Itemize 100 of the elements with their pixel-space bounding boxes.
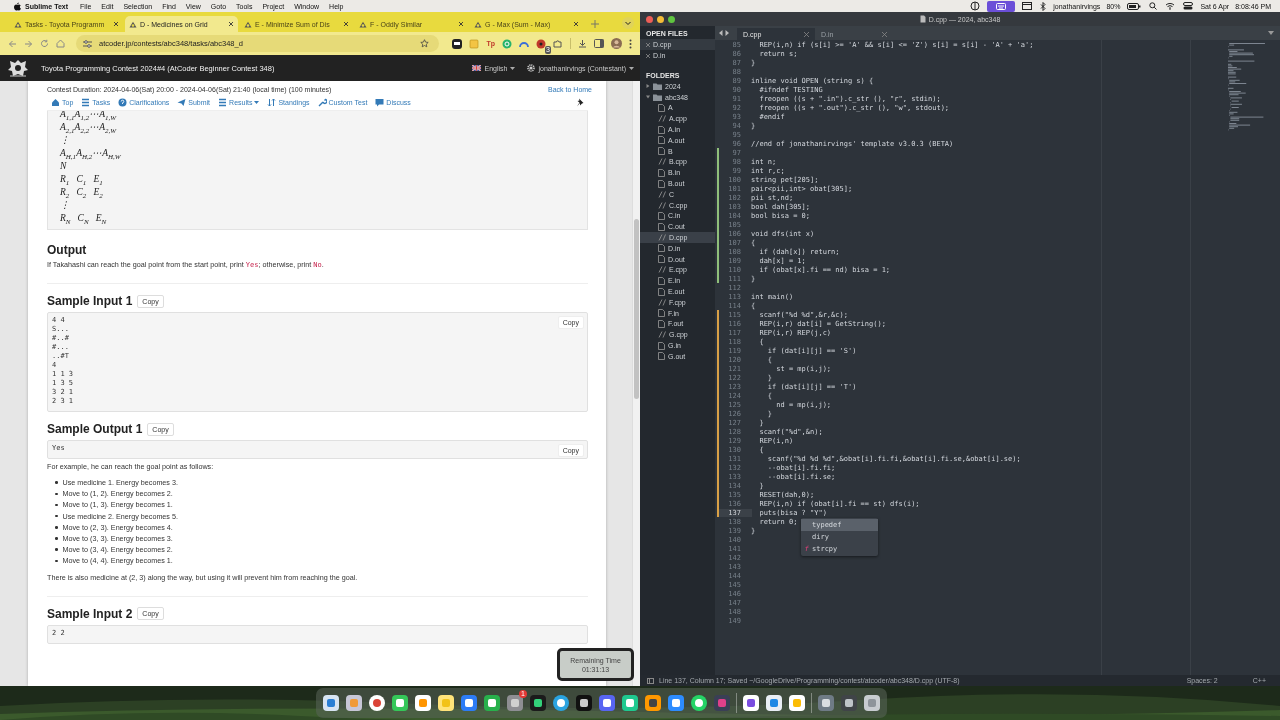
list-icon: [218, 98, 228, 107]
code-file-icon: [658, 201, 666, 209]
window-icon[interactable]: [1022, 2, 1033, 10]
app-icon[interactable]: [742, 694, 760, 712]
minimize-button[interactable]: [657, 15, 664, 23]
favicon-icon: [129, 20, 137, 28]
extension-icon[interactable]: [452, 38, 463, 49]
app-icon[interactable]: [788, 694, 806, 712]
bullet-icon: [55, 514, 58, 518]
side-panel-icon[interactable]: [594, 39, 604, 48]
bluetooth-icon[interactable]: [1040, 1, 1047, 11]
app-icon[interactable]: [690, 694, 708, 712]
bullet-icon: [55, 548, 58, 551]
app-icon[interactable]: [552, 694, 570, 712]
app-icon[interactable]: [460, 694, 478, 712]
app-icon[interactable]: [863, 694, 881, 712]
puzzle-icon[interactable]: [553, 38, 563, 49]
tab-menu-icon[interactable]: [1268, 31, 1274, 35]
app-icon[interactable]: [437, 694, 455, 712]
caret-icon: [510, 66, 516, 70]
math-line: A$_{H,1}$A$_{H,2}$⋯A$_{H,W}$: [60, 147, 122, 160]
favicon-icon: [359, 20, 367, 28]
app-icon[interactable]: [575, 694, 593, 712]
app-icon[interactable]: [506, 694, 524, 712]
send-icon: [177, 98, 187, 107]
app-icon[interactable]: [765, 694, 783, 712]
code-file-icon: [658, 234, 666, 242]
star-icon[interactable]: [420, 39, 430, 48]
gear-icon: [527, 64, 536, 72]
collapsed-caret-icon: [646, 84, 650, 89]
apple-logo-icon[interactable]: [13, 1, 21, 11]
site-settings-icon[interactable]: [83, 39, 92, 48]
close-icon[interactable]: [458, 21, 464, 27]
avatar-icon[interactable]: [611, 38, 622, 49]
math-line: R$_{N}$ C$_{N}$ E$_{N}$: [60, 212, 108, 225]
close-button[interactable]: [646, 15, 653, 23]
app-icon[interactable]: [322, 694, 340, 712]
bullet-icon: [55, 503, 58, 507]
section-heading: Sample Input 2: [47, 606, 133, 621]
panel-toggle-icon[interactable]: [647, 677, 654, 684]
flag-icon: [472, 65, 482, 71]
close-icon[interactable]: [573, 21, 579, 27]
bullet-icon: [55, 559, 58, 563]
tab-search-icon[interactable]: [622, 17, 634, 29]
bullet-icon: [55, 537, 58, 540]
close-icon[interactable]: [228, 21, 234, 27]
list-icon: [81, 98, 91, 107]
app-icon[interactable]: [817, 694, 835, 712]
favicon-icon: [244, 20, 252, 28]
code-file-icon: [658, 266, 666, 274]
crest-logo-icon[interactable]: [7, 58, 29, 78]
app-icon[interactable]: [391, 694, 409, 712]
section-heading: Output: [47, 243, 88, 257]
question-icon: [118, 98, 128, 107]
code-file-icon: [658, 298, 666, 306]
tab-nav-icon[interactable]: [719, 30, 729, 36]
app-icon[interactable]: [368, 694, 386, 712]
caret-icon: [629, 66, 634, 70]
extension-icon[interactable]: [536, 38, 546, 49]
control-center-icon[interactable]: [1183, 2, 1194, 10]
sort-icon: [267, 98, 277, 107]
search-icon[interactable]: [1149, 2, 1158, 10]
app-icon[interactable]: [529, 694, 547, 712]
app-icon[interactable]: [345, 694, 363, 712]
close-icon[interactable]: [113, 21, 119, 27]
bullet-icon: [55, 492, 58, 496]
code-file-icon: [658, 115, 666, 123]
app-icon[interactable]: [621, 694, 639, 712]
pin-icon[interactable]: [576, 98, 584, 107]
section-heading: Sample Input 1: [47, 294, 133, 308]
close-icon: [882, 31, 887, 37]
code-file-icon: [658, 331, 666, 339]
app-icon[interactable]: [483, 694, 501, 712]
bullet-icon: [55, 481, 58, 484]
zoom-button[interactable]: [668, 15, 675, 23]
scrollbar-thumb[interactable]: [634, 219, 639, 399]
home-icon: [51, 98, 60, 107]
math-line: R$_{2}$ C$_{2}$ E$_{2}$: [60, 186, 104, 199]
document-icon: [919, 15, 926, 23]
close-icon: [646, 42, 650, 47]
file-icon: [658, 104, 665, 112]
app-icon[interactable]: [414, 694, 432, 712]
code-file-icon: [658, 190, 666, 198]
battery-icon[interactable]: [1127, 2, 1142, 10]
close-icon: [804, 31, 809, 37]
math-line: ⋮: [60, 134, 71, 147]
more-menu-icon[interactable]: [629, 38, 632, 49]
status-icon[interactable]: [970, 1, 981, 11]
math-line: R$_{1}$ C$_{1}$ E$_{1}$: [60, 173, 104, 186]
wifi-icon[interactable]: [1165, 2, 1176, 10]
download-icon[interactable]: [578, 39, 587, 48]
wrench-icon: [317, 98, 327, 107]
keyboard-status-icon[interactable]: [987, 0, 1016, 12]
math-line: A$_{2,1}$A$_{2,2}$⋯A$_{2,W}$: [60, 121, 118, 134]
bullet-icon: [55, 526, 58, 529]
close-icon[interactable]: [343, 21, 349, 27]
expanded-caret-icon: [646, 95, 650, 100]
app-icon[interactable]: [667, 694, 685, 712]
app-icon[interactable]: [598, 694, 616, 712]
app-icon[interactable]: [840, 694, 858, 712]
